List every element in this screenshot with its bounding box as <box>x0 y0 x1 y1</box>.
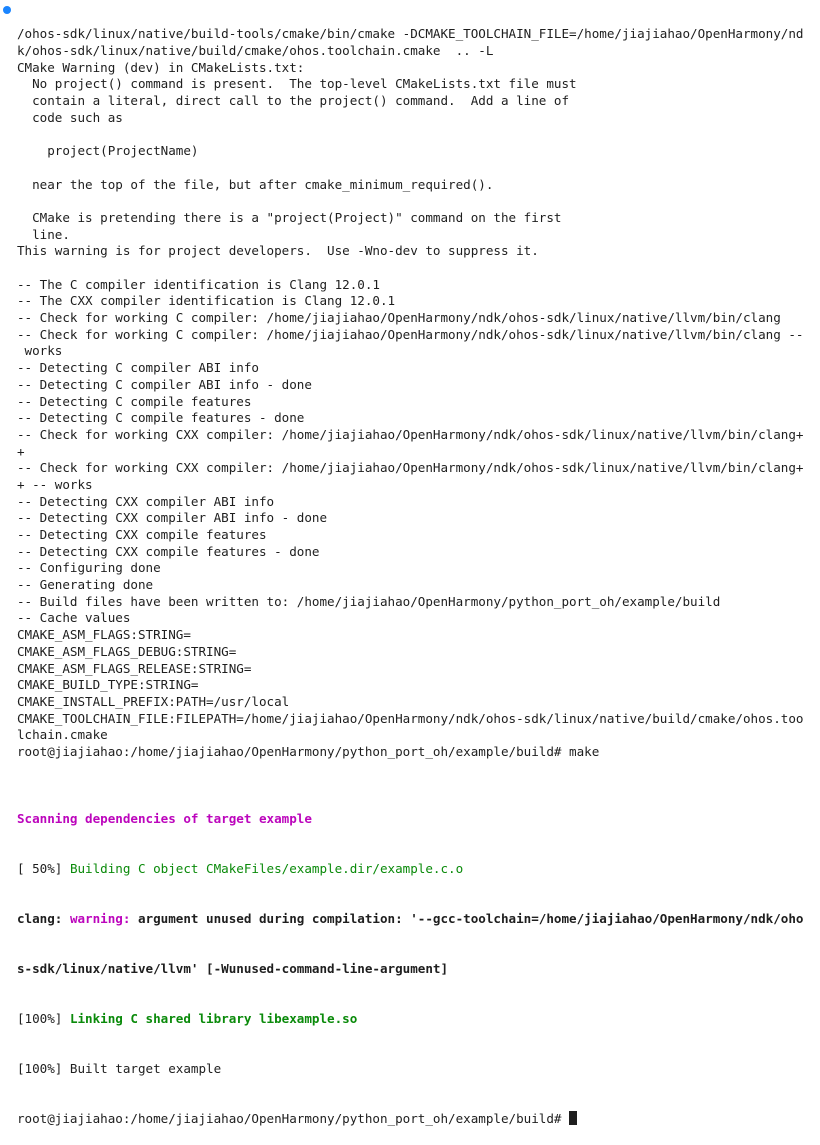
output-line: line. <box>17 226 70 242</box>
output-line: -- Check for working C compiler: /home/j… <box>17 326 804 342</box>
output-line: -- Detecting CXX compiler ABI info <box>17 493 275 509</box>
text-cursor <box>569 1111 578 1126</box>
cmake-output: /ohos-sdk/linux/native/build-tools/cmake… <box>17 26 820 760</box>
output-line: -- Detecting C compile features <box>17 393 252 409</box>
status-dot-icon <box>3 6 11 14</box>
output-line: -- Detecting C compiler ABI info - done <box>17 376 312 392</box>
output-line: -- Check for working CXX compiler: /home… <box>17 426 804 442</box>
output-line: lchain.cmake <box>17 727 108 743</box>
output-line: -- The CXX compiler identification is Cl… <box>17 293 396 309</box>
linking-line: [100%] Linking C shared library libexamp… <box>17 1011 820 1028</box>
output-line: -- Generating done <box>17 577 154 593</box>
output-line: CMAKE_ASM_FLAGS:STRING= <box>17 627 191 643</box>
output-line: CMake is pretending there is a "project(… <box>17 209 562 225</box>
output-line: -- The C compiler identification is Clan… <box>17 276 380 292</box>
progress-label: [ 50%] <box>17 860 70 876</box>
output-line: -- Configuring done <box>17 560 161 576</box>
output-line: -- Detecting CXX compile features <box>17 527 267 543</box>
terminal-output[interactable]: /ohos-sdk/linux/native/build-tools/cmake… <box>17 0 820 1145</box>
built-line: [100%] Built target example <box>17 1061 222 1077</box>
output-line: + -- works <box>17 476 93 492</box>
output-line: -- Check for working C compiler: /home/j… <box>17 310 781 326</box>
output-line: CMAKE_BUILD_TYPE:STRING= <box>17 677 199 693</box>
output-line: /ohos-sdk/linux/native/build-tools/cmake… <box>17 26 804 42</box>
warning-text: argument unused during compilation: '--g… <box>130 910 804 926</box>
building-text: Building C object CMakeFiles/example.dir… <box>69 860 464 876</box>
output-line: -- Detecting CXX compile features - done <box>17 543 320 559</box>
output-line: near the top of the file, but after cmak… <box>17 176 494 192</box>
output-line: CMAKE_TOOLCHAIN_FILE:FILEPATH=/home/jiaj… <box>17 710 804 726</box>
output-line: works <box>17 343 63 359</box>
output-line: CMAKE_INSTALL_PREFIX:PATH=/usr/local <box>17 693 290 709</box>
output-line: -- Check for working CXX compiler: /home… <box>17 460 804 476</box>
output-line: code such as <box>17 109 123 125</box>
clang-prefix: clang: <box>17 910 70 926</box>
linking-text: Linking C shared library libexample.so <box>69 1011 358 1027</box>
clang-warning-continuation: s-sdk/linux/native/llvm' [-Wunused-comma… <box>17 961 449 977</box>
output-line: -- Detecting CXX compiler ABI info - don… <box>17 510 328 526</box>
output-line: project(ProjectName) <box>17 143 199 159</box>
warning-label: warning: <box>69 910 131 926</box>
output-line: + <box>17 443 25 459</box>
output-line: CMAKE_ASM_FLAGS_RELEASE:STRING= <box>17 660 252 676</box>
output-line: root@jiajiahao:/home/jiajiahao/OpenHarmo… <box>17 743 600 759</box>
prompt-line[interactable]: root@jiajiahao:/home/jiajiahao/OpenHarmo… <box>17 1111 820 1128</box>
output-line: -- Detecting C compile features - done <box>17 410 305 426</box>
output-line: -- Build files have been written to: /ho… <box>17 593 721 609</box>
output-line: CMAKE_ASM_FLAGS_DEBUG:STRING= <box>17 643 237 659</box>
output-line: -- Cache values <box>17 610 131 626</box>
output-line: No project() command is present. The top… <box>17 76 577 92</box>
progress-label: [100%] <box>17 1011 70 1027</box>
output-line: CMake Warning (dev) in CMakeLists.txt: <box>17 59 305 75</box>
clang-warning-line: clang: warning: argument unused during c… <box>17 911 820 928</box>
output-line: k/ohos-sdk/linux/native/build/cmake/ohos… <box>17 43 494 59</box>
output-line: -- Detecting C compiler ABI info <box>17 360 259 376</box>
shell-prompt: root@jiajiahao:/home/jiajiahao/OpenHarmo… <box>17 1111 570 1127</box>
output-line: contain a literal, direct call to the pr… <box>17 93 570 109</box>
output-line: This warning is for project developers. … <box>17 243 539 259</box>
building-line: [ 50%] Building C object CMakeFiles/exam… <box>17 861 820 878</box>
scanning-line: Scanning dependencies of target example <box>17 810 312 826</box>
